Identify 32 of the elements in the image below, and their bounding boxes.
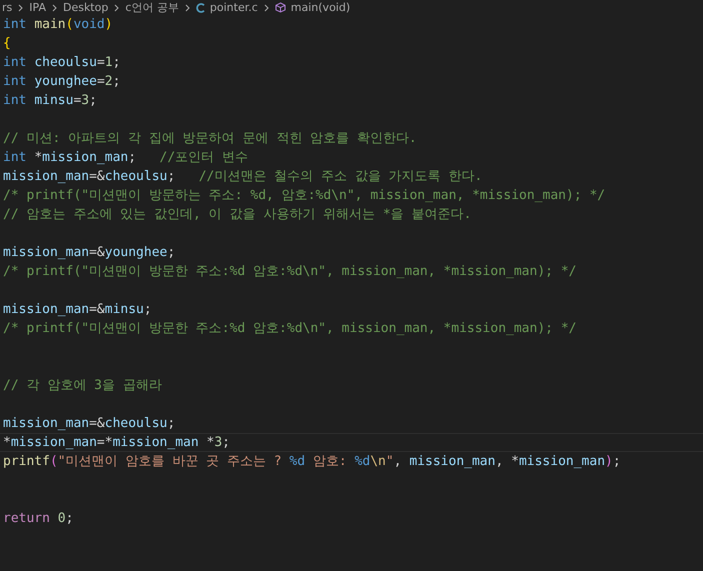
cube-icon <box>274 2 286 13</box>
code-line: /* printf("미션맨이 방문하는 주소: %d, 암호:%d\n", mission_man, *mission_man); */ <box>2 187 606 205</box>
code-line: // 암호는 주소에 있는 값인데, 이 값을 사용하기 위해서는 *을 붙여준다. <box>2 206 472 224</box>
code-line: printf("미션맨이 암호를 바꾼 곳 주소는 ? %d 암호: %d\n", mission_man, *mission_man); <box>2 453 622 471</box>
chevron-icon <box>50 4 58 12</box>
code-line: mission_man=&cheoulsu; <box>2 415 176 433</box>
breadcrumb-item[interactable]: rs <box>2 0 12 14</box>
code-line: mission_man=&cheoulsu; //미션맨은 철수의 주소 값을 가지도록 한다. <box>2 168 484 186</box>
chevron-icon <box>184 4 191 12</box>
code-line: return 0; <box>2 510 74 528</box>
code-line: // 각 암호에 3을 곱해라 <box>2 377 163 395</box>
code-line: /* printf("미션맨이 방문한 주소:%d 암호:%d\n", mission_man, *mission_man); */ <box>2 263 578 281</box>
code-line: { <box>2 35 12 53</box>
breadcrumb-item[interactable]: main(void) <box>290 0 350 14</box>
code-line: int *mission_man; //포인터 변수 <box>2 149 250 167</box>
breadcrumb-item[interactable]: IPA <box>29 0 46 14</box>
code-line: int cheoulsu=1; <box>2 54 122 72</box>
code-line: mission_man=&younghee; <box>2 244 176 262</box>
breadcrumb-item[interactable]: c언어 공부 <box>125 0 179 14</box>
code-line: // 미션: 아파트의 각 집에 방문하여 문에 적힌 암호를 확인한다. <box>2 130 418 148</box>
code-line: int minsu=3; <box>2 92 98 110</box>
breadcrumb-item[interactable]: Desktop <box>62 0 108 14</box>
chevron-icon <box>262 4 270 12</box>
code-line: /* printf("미션맨이 방문한 주소:%d 암호:%d\n", mission_man, *mission_man); */ <box>2 320 578 338</box>
code-line: *mission_man=*mission_man *3; <box>0 433 703 452</box>
code-line: int main(void) <box>2 16 114 34</box>
chevron-icon <box>113 4 120 12</box>
chevron-icon <box>17 4 24 12</box>
c-language-icon <box>196 2 205 12</box>
code-line: mission_man=&minsu; <box>2 301 153 319</box>
code-line: int younghee=2; <box>2 73 122 91</box>
breadcrumb-item[interactable]: pointer.c <box>210 0 258 14</box>
